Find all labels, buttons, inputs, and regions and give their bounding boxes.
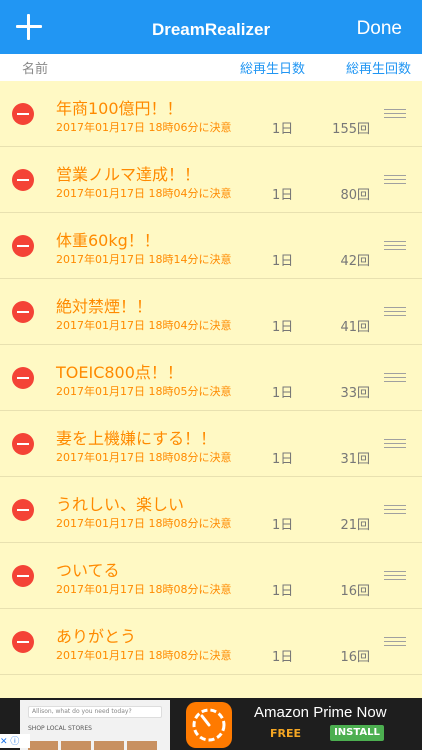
days-count: 1日 bbox=[272, 452, 294, 467]
column-name-label: 名前 bbox=[22, 62, 49, 77]
goal-date: 2017年01月17日 18時05分に決意 bbox=[56, 385, 232, 398]
goal-date: 2017年01月17日 18時04分に決意 bbox=[56, 319, 232, 332]
reorder-handle-icon[interactable] bbox=[384, 637, 406, 646]
days-count: 1日 bbox=[272, 188, 294, 203]
goal-text: うれしい、楽しい bbox=[56, 495, 185, 514]
days-count: 1日 bbox=[272, 122, 294, 137]
play-count: 80回 bbox=[340, 188, 370, 203]
reorder-handle-icon[interactable] bbox=[384, 175, 406, 184]
reorder-handle-icon[interactable] bbox=[384, 307, 406, 316]
ad-screenshot: Allison, what do you need today? SHOP LO… bbox=[20, 700, 170, 750]
delete-icon[interactable] bbox=[12, 169, 34, 191]
list-item[interactable]: 絶対禁煙！！ 2017年01月17日 18時04分に決意 1日 41回 bbox=[0, 279, 422, 345]
ad-banner[interactable]: Allison, what do you need today? SHOP LO… bbox=[0, 698, 422, 750]
play-count: 16回 bbox=[340, 584, 370, 599]
goal-date: 2017年01月17日 18時08分に決意 bbox=[56, 649, 232, 662]
play-count: 33回 bbox=[340, 386, 370, 401]
delete-icon[interactable] bbox=[12, 433, 34, 455]
goal-text: ついてる bbox=[56, 561, 120, 580]
reorder-handle-icon[interactable] bbox=[384, 109, 406, 118]
goal-text: ありがとう bbox=[56, 627, 137, 646]
delete-icon[interactable] bbox=[12, 301, 34, 323]
reorder-handle-icon[interactable] bbox=[384, 439, 406, 448]
play-count: 31回 bbox=[340, 452, 370, 467]
column-total-label[interactable]: 総再生回数 bbox=[346, 58, 411, 77]
play-count: 16回 bbox=[340, 650, 370, 665]
delete-icon[interactable] bbox=[12, 565, 34, 587]
delete-icon[interactable] bbox=[12, 367, 34, 389]
days-count: 1日 bbox=[272, 518, 294, 533]
delete-icon[interactable] bbox=[12, 103, 34, 125]
goal-text: 絶対禁煙！！ bbox=[56, 297, 153, 316]
goal-date: 2017年01月17日 18時06分に決意 bbox=[56, 121, 232, 134]
list-item[interactable]: 年商100億円！！ 2017年01月17日 18時06分に決意 1日 155回 bbox=[0, 81, 422, 147]
clock-icon bbox=[186, 702, 232, 748]
navigation-bar: DreamRealizer Done bbox=[0, 0, 422, 54]
goal-date: 2017年01月17日 18時08分に決意 bbox=[56, 517, 232, 530]
days-count: 1日 bbox=[272, 254, 294, 269]
goal-list: 年商100億円！！ 2017年01月17日 18時06分に決意 1日 155回 … bbox=[0, 81, 422, 698]
ad-shop-label: SHOP LOCAL STORES bbox=[28, 725, 92, 732]
list-item[interactable]: 営業ノルマ達成！！ 2017年01月17日 18時04分に決意 1日 80回 bbox=[0, 147, 422, 213]
days-count: 1日 bbox=[272, 386, 294, 401]
goal-text: 妻を上機嫌にする！！ bbox=[56, 429, 217, 448]
reorder-handle-icon[interactable] bbox=[384, 241, 406, 250]
ad-price: FREE bbox=[270, 727, 302, 740]
column-header: 名前 総再生日数 総再生回数 bbox=[0, 54, 422, 81]
list-item[interactable]: ついてる 2017年01月17日 18時08分に決意 1日 16回 bbox=[0, 543, 422, 609]
list-item[interactable]: ありがとう 2017年01月17日 18時08分に決意 1日 16回 bbox=[0, 609, 422, 675]
delete-icon[interactable] bbox=[12, 631, 34, 653]
days-count: 1日 bbox=[272, 320, 294, 335]
play-count: 155回 bbox=[332, 122, 370, 137]
ad-title: Amazon Prime Now bbox=[254, 704, 387, 721]
goal-text: 体重60kg！！ bbox=[56, 231, 160, 250]
list-item[interactable]: 妻を上機嫌にする！！ 2017年01月17日 18時08分に決意 1日 31回 bbox=[0, 411, 422, 477]
goal-text: TOEIC800点！！ bbox=[56, 363, 183, 382]
reorder-handle-icon[interactable] bbox=[384, 505, 406, 514]
play-count: 41回 bbox=[340, 320, 370, 335]
reorder-handle-icon[interactable] bbox=[384, 373, 406, 382]
goal-text: 年商100億円！！ bbox=[56, 99, 183, 118]
goal-date: 2017年01月17日 18時14分に決意 bbox=[56, 253, 232, 266]
ad-choices-icon[interactable]: ✕ ⓘ bbox=[0, 734, 30, 748]
install-button[interactable]: INSTALL bbox=[330, 725, 384, 741]
play-count: 21回 bbox=[340, 518, 370, 533]
column-days-label[interactable]: 総再生日数 bbox=[240, 58, 305, 77]
delete-icon[interactable] bbox=[12, 499, 34, 521]
delete-icon[interactable] bbox=[12, 235, 34, 257]
list-item[interactable]: TOEIC800点！！ 2017年01月17日 18時05分に決意 1日 33回 bbox=[0, 345, 422, 411]
list-item[interactable]: 体重60kg！！ 2017年01月17日 18時14分に決意 1日 42回 bbox=[0, 213, 422, 279]
play-count: 42回 bbox=[340, 254, 370, 269]
goal-text: 営業ノルマ達成！！ bbox=[56, 165, 201, 184]
goal-date: 2017年01月17日 18時08分に決意 bbox=[56, 583, 232, 596]
list-item[interactable]: うれしい、楽しい 2017年01月17日 18時08分に決意 1日 21回 bbox=[0, 477, 422, 543]
ad-search-placeholder: Allison, what do you need today? bbox=[28, 706, 162, 718]
days-count: 1日 bbox=[272, 650, 294, 665]
done-button[interactable]: Done bbox=[357, 18, 402, 40]
goal-date: 2017年01月17日 18時04分に決意 bbox=[56, 187, 232, 200]
days-count: 1日 bbox=[272, 584, 294, 599]
goal-date: 2017年01月17日 18時08分に決意 bbox=[56, 451, 232, 464]
reorder-handle-icon[interactable] bbox=[384, 571, 406, 580]
ad-image-strip bbox=[28, 738, 162, 750]
